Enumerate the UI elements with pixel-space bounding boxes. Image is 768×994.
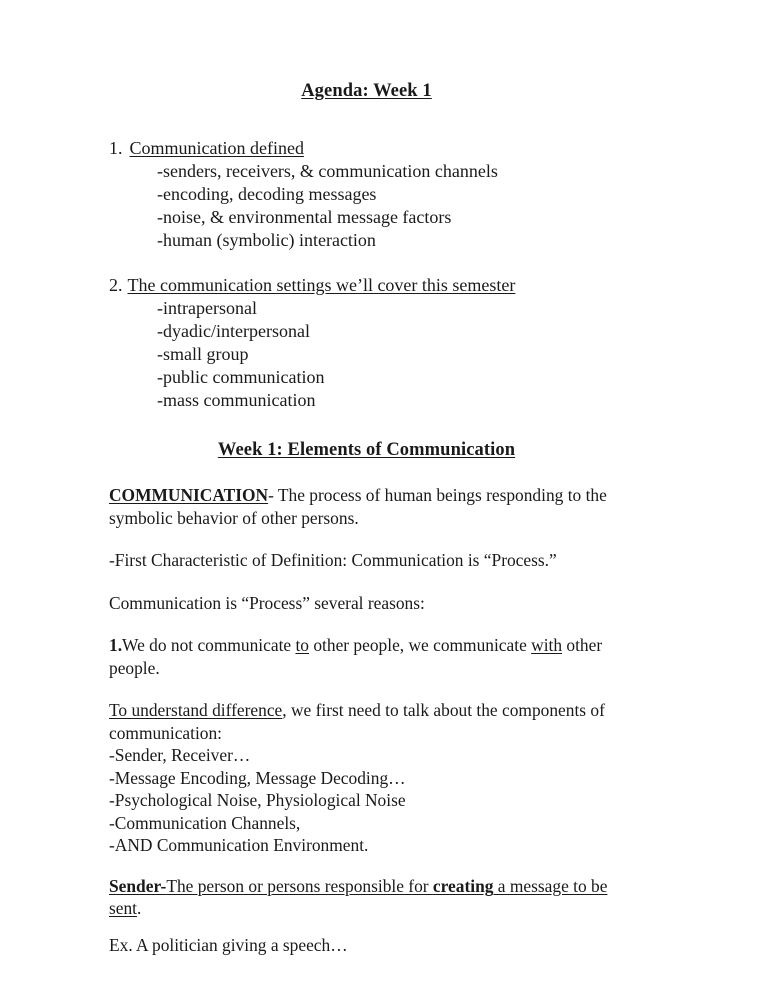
agenda-item-1-number: 1.	[109, 138, 123, 158]
agenda-list: 1. Communication defined -senders, receiv…	[109, 137, 621, 412]
section-heading: Week 1: Elements of Communication	[109, 439, 621, 462]
list-item: -dyadic/interpersonal	[157, 321, 310, 341]
page-title: Agenda: Week 1	[109, 80, 621, 103]
component-line: -Message Encoding, Message Decoding…	[109, 767, 406, 788]
reason-one-paragraph: 1.We do not communicate to other people,…	[109, 634, 621, 679]
agenda-item-1-label: Communication defined	[129, 138, 304, 158]
agenda-item-2-number: 2.	[109, 275, 123, 295]
document-page: Agenda: Week 1 1. Communication defined -…	[0, 0, 768, 994]
agenda-item-1-sublist: -senders, receivers, & communication cha…	[109, 160, 621, 252]
process-reasons-intro: Communication is “Process” several reaso…	[109, 592, 425, 613]
component-line: -Communication Channels,	[109, 812, 301, 833]
list-item: -noise, & environmental message factors	[157, 207, 452, 227]
reason-one-part2: other people, we communicate	[309, 635, 532, 655]
components-lead-paragraph: To understand difference, we first need …	[109, 699, 621, 744]
reason-one-emphasis-with: with	[531, 635, 563, 655]
component-line: -Psychological Noise, Physiological Nois…	[109, 790, 406, 810]
agenda-item-2-sublist: -intrapersonal -dyadic/interpersonal -sm…	[109, 297, 621, 412]
document-content: Agenda: Week 1 1. Communication defined -…	[109, 80, 621, 956]
sender-term: Sender-	[109, 875, 167, 896]
agenda-item-1-heading: 1. Communication defined	[109, 137, 621, 160]
reason-one-part1: We do not communicate	[122, 635, 296, 655]
list-item: -small group	[157, 344, 249, 364]
sender-definition-paragraph: Sender-The person or persons responsible…	[109, 875, 621, 920]
components-lead-underlined: To understand difference	[109, 700, 283, 720]
agenda-item-1: 1. Communication defined -senders, receiv…	[109, 137, 621, 252]
list-item: -human (symbolic) interaction	[157, 230, 376, 250]
agenda-item-2-label: The communication settings we’ll cover t…	[127, 275, 516, 295]
component-line: -Sender, Receiver…	[109, 745, 251, 765]
sender-trailing-period: .	[137, 898, 142, 918]
list-item: -intrapersonal	[157, 298, 257, 318]
definition-term: COMMUNICATION	[109, 485, 269, 505]
agenda-item-2: 2. The communication settings we’ll cover…	[109, 274, 621, 412]
list-item: -encoding, decoding messages	[157, 184, 377, 204]
first-characteristic-paragraph: -First Characteristic of Definition: Com…	[109, 550, 557, 570]
example-paragraph: Ex. A politician giving a speech…	[109, 934, 348, 955]
list-item: -mass communication	[157, 390, 316, 410]
agenda-item-2-heading: 2. The communication settings we’ll cover…	[109, 274, 621, 297]
sender-part1: The person or persons responsible for	[166, 875, 433, 896]
sender-emphasis-creating: creating	[432, 875, 494, 896]
list-item: -senders, receivers, & communication cha…	[157, 161, 498, 181]
section-heading-text: Week 1: Elements of Communication	[217, 440, 516, 460]
reason-one-number: 1.	[109, 635, 123, 655]
page-title-text: Agenda: Week 1	[301, 81, 432, 101]
reason-one-emphasis-to: to	[295, 635, 309, 655]
definition-paragraph: COMMUNICATION- The process of human bein…	[109, 484, 621, 529]
component-line: -AND Communication Environment.	[109, 835, 369, 855]
list-item: -public communication	[157, 367, 325, 387]
